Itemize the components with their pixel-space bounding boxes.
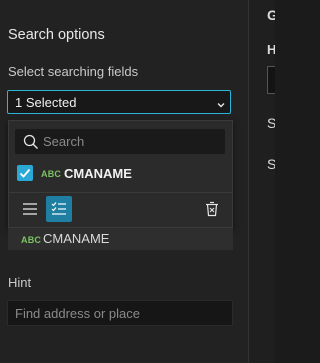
- popup-search-input[interactable]: [43, 132, 218, 151]
- right-panel-input[interactable]: [267, 66, 275, 94]
- show-selected-icon[interactable]: [46, 196, 72, 222]
- right-panel-item[interactable]: S: [267, 115, 275, 131]
- selected-field-item: ABC CMANAME: [8, 228, 233, 250]
- field-option-cmaname[interactable]: ABC CMANAME: [17, 163, 227, 183]
- hint-label: Hint: [8, 275, 32, 290]
- divider: [9, 192, 232, 193]
- right-panel-heading: G: [267, 7, 275, 23]
- string-field-icon: ABC: [21, 235, 42, 245]
- searching-fields-label: Select searching fields: [8, 64, 139, 79]
- popup-search-field[interactable]: [15, 129, 225, 154]
- section-title: Search options: [8, 27, 105, 43]
- hint-input[interactable]: [7, 300, 233, 326]
- clear-selection-icon[interactable]: [199, 196, 225, 222]
- list-icon[interactable]: [17, 196, 43, 222]
- right-panel-item[interactable]: S: [267, 156, 275, 172]
- chevron-down-icon: [216, 97, 226, 115]
- right-panel-label: H: [267, 42, 275, 57]
- selected-field-label: CMANAME: [43, 231, 110, 246]
- searching-fields-select[interactable]: 1 Selected: [7, 90, 231, 114]
- checkbox-checked[interactable]: [17, 165, 33, 181]
- settings-panel: Search options Select searching fields 1…: [0, 0, 248, 363]
- field-option-label: CMANAME: [64, 166, 132, 181]
- right-panel: G H S S: [249, 0, 275, 363]
- field-select-popup: ABC CMANAME: [8, 120, 233, 228]
- string-field-icon: ABC: [41, 169, 62, 179]
- select-value: 1 Selected: [15, 95, 77, 110]
- search-icon: [23, 134, 39, 155]
